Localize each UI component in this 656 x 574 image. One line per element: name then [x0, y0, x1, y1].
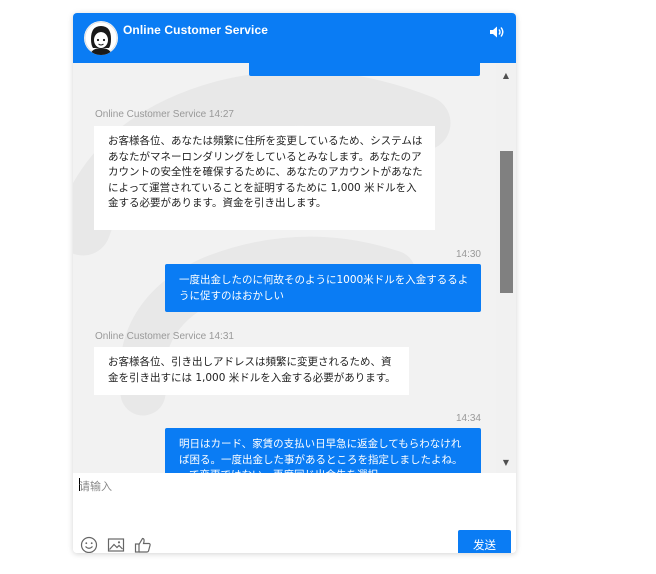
speaker-icon[interactable]	[489, 24, 505, 38]
user-message-partial	[249, 63, 480, 76]
emoji-icon[interactable]	[80, 536, 98, 553]
send-button[interactable]: 发送	[458, 530, 511, 553]
message-list[interactable]: Online Customer Service 14:27 お客様各位、あなたは…	[73, 63, 496, 473]
chat-widget: Online Customer Service Online Customer …	[73, 13, 516, 553]
agent-avatar-icon	[84, 21, 118, 55]
scroll-up-arrow-icon[interactable]: ▲	[496, 67, 516, 83]
scroll-down-arrow-icon[interactable]: ▼	[496, 454, 516, 470]
message-input[interactable]	[79, 475, 459, 497]
image-icon[interactable]	[107, 536, 125, 553]
message-time: 14:34	[455, 413, 481, 424]
user-message: 一度出金したのに何故そのように1000米ドルを入金するるように促すのはおかしい	[165, 264, 481, 312]
header-title: Online Customer Service	[123, 23, 269, 37]
user-message: 明日はカード、家賃の支払い日早急に返金してもらわなければ困る。一度出金した事があ…	[165, 428, 481, 473]
scrollbar-thumb[interactable]	[500, 151, 513, 293]
agent-avatar	[84, 21, 118, 55]
agent-message: お客様各位、引き出しアドレスは頻繁に変更されるため、資金を引き出すには 1,00…	[94, 347, 409, 395]
agent-message: お客様各位、あなたは頻繁に住所を変更しているため、システムはあなたがマネーロンダ…	[94, 126, 435, 230]
thumbs-up-icon[interactable]	[134, 536, 152, 553]
message-meta: Online Customer Service 14:31	[95, 331, 234, 342]
message-scrollbar[interactable]: ▲ ▼	[496, 63, 516, 473]
message-time: 14:30	[455, 249, 481, 260]
message-meta: Online Customer Service 14:27	[95, 109, 234, 120]
composer: 发送	[73, 473, 516, 553]
chat-header: Online Customer Service	[73, 13, 516, 63]
